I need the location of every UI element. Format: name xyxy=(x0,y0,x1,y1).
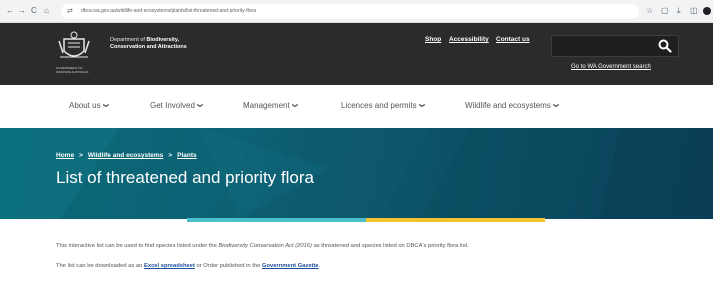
chevron-down-icon: ❯ xyxy=(419,103,426,108)
download-paragraph: The list can be downloaded as an Excel s… xyxy=(56,263,320,269)
nav-get-involved[interactable]: Get Involved ❯ xyxy=(150,101,204,110)
chevron-down-icon: ❯ xyxy=(103,103,110,108)
reload-icon[interactable]: C xyxy=(31,5,37,17)
contact-us-link[interactable]: Contact us xyxy=(496,36,530,43)
search-icon[interactable] xyxy=(658,39,672,53)
accessibility-link[interactable]: Accessibility xyxy=(449,36,489,43)
act-name: Biodiversity Conservation Act (2016) xyxy=(218,243,312,249)
department-name[interactable]: Department of Biodiversity, Conservation… xyxy=(110,37,187,51)
intro-text-end: as threatened and species listed on DBCA… xyxy=(311,243,469,249)
browser-toolbar: ← → C ⌂ ⇄ dbca.wa.gov.au/wildlife-and-ec… xyxy=(0,0,713,23)
nav-label: Management xyxy=(243,101,290,110)
profile-avatar[interactable] xyxy=(703,7,711,15)
chevron-down-icon: ❯ xyxy=(292,103,299,108)
download-icon[interactable]: ⤓ xyxy=(677,5,681,17)
forward-icon[interactable]: → xyxy=(18,5,26,17)
breadcrumb-separator: > xyxy=(79,152,83,159)
page-title: List of threatened and priority flora xyxy=(56,168,314,187)
url-text[interactable]: dbca.wa.gov.au/wildlife-and-ecosystems/p… xyxy=(81,6,256,17)
extensions-icon[interactable]: ▢ xyxy=(661,5,669,17)
address-bar[interactable]: ⇄ dbca.wa.gov.au/wildlife-and-ecosystems… xyxy=(61,4,639,19)
intro-paragraph: This interactive list can be used to fin… xyxy=(56,243,469,249)
download-text-mid: or Order published in the xyxy=(194,263,262,269)
home-icon[interactable]: ⌂ xyxy=(44,5,49,17)
breadcrumb-home[interactable]: Home xyxy=(56,152,74,159)
wa-government-search-link[interactable]: Go to WA Government search xyxy=(571,64,651,70)
government-label: GOVERNMENT OF WESTERN AUSTRALIA xyxy=(56,66,89,74)
nav-label: Get Involved xyxy=(150,101,195,110)
nav-label: About us xyxy=(69,101,101,110)
shop-link[interactable]: Shop xyxy=(425,36,441,43)
side-panel-icon[interactable]: ◫ xyxy=(690,5,698,17)
download-text-end: . xyxy=(318,263,321,269)
site-header: GOVERNMENT OF WESTERN AUSTRALIA Departme… xyxy=(0,23,713,85)
government-gazette-link[interactable]: Government Gazette xyxy=(262,263,319,269)
excel-spreadsheet-link[interactable]: Excel spreadsheet xyxy=(144,263,195,269)
nav-label: Wildlife and ecosystems xyxy=(465,101,551,110)
page-banner: Home > Wildlife and ecosystems > Plants List… xyxy=(0,128,713,219)
main-navigation: About us ❯ Get Involved ❯ Management ❯ L… xyxy=(0,85,713,129)
download-text: The list can be downloaded as an xyxy=(56,263,144,269)
breadcrumb-separator: > xyxy=(168,152,173,159)
dept-line1-prefix: Department of xyxy=(110,37,147,43)
chevron-down-icon: ❯ xyxy=(553,103,560,108)
breadcrumb: Home > Wildlife and ecosystems > Plants xyxy=(56,152,197,159)
bookmark-star-icon[interactable]: ☆ xyxy=(646,5,653,17)
dept-line2: Conservation and Attractions xyxy=(110,44,187,50)
site-info-icon[interactable]: ⇄ xyxy=(67,6,73,17)
accent-stripe-teal xyxy=(187,218,366,222)
breadcrumb-plants[interactable]: Plants xyxy=(177,152,197,159)
nav-label: Licences and permits xyxy=(341,101,417,110)
nav-management[interactable]: Management ❯ xyxy=(243,101,299,110)
back-icon[interactable]: ← xyxy=(6,5,14,17)
nav-about-us[interactable]: About us ❯ xyxy=(69,101,110,110)
nav-wildlife-and-ecosystems[interactable]: Wildlife and ecosystems ❯ xyxy=(465,101,560,110)
intro-text: This interactive list can be used to fin… xyxy=(56,243,219,249)
accent-stripe-yellow xyxy=(366,218,545,222)
dept-line1-bold: Biodiversity, xyxy=(146,37,179,43)
wa-crest-logo[interactable] xyxy=(56,29,92,65)
chevron-down-icon: ❯ xyxy=(197,103,204,108)
breadcrumb-wildlife-and-ecosystems[interactable]: Wildlife and ecosystems xyxy=(88,152,163,159)
nav-licences-and-permits[interactable]: Licences and permits ❯ xyxy=(341,101,426,110)
